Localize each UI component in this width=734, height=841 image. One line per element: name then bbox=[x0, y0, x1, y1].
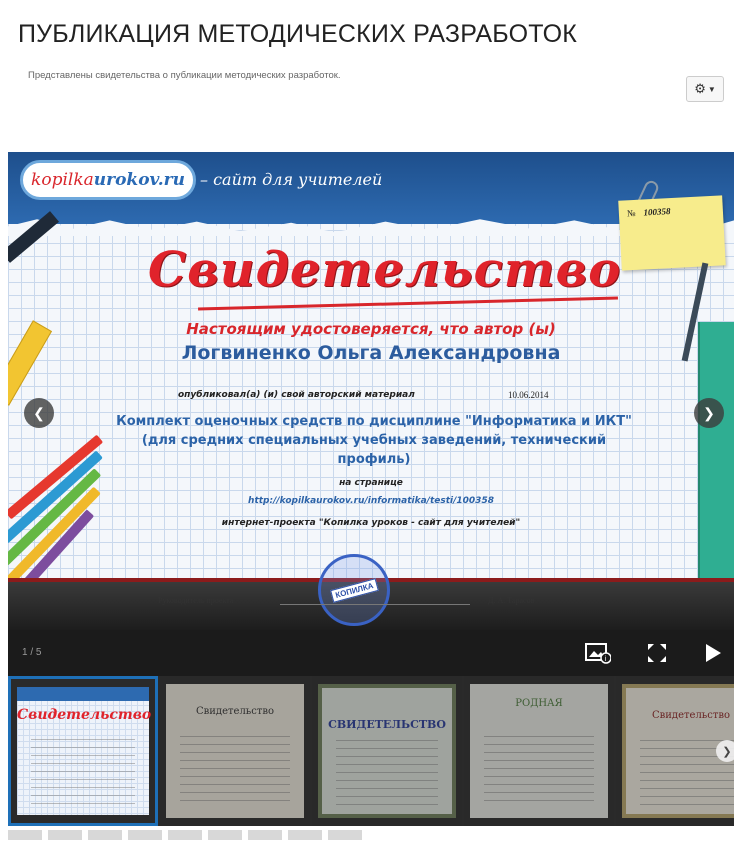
certificate-number-note: № 100358 bbox=[618, 195, 726, 271]
settings-dropdown-button[interactable]: ⚙ ▼ bbox=[686, 76, 724, 102]
certificate-stamp: КОПИЛКА bbox=[318, 554, 390, 626]
thumbnail-strip: Свидетельство Свидетельство СВИДЕТЕЛЬСТВ… bbox=[8, 676, 734, 826]
fullscreen-icon bbox=[648, 644, 666, 662]
site-logo-part2: urokov.ru bbox=[93, 170, 185, 190]
caption-toggle-icon: i bbox=[585, 643, 611, 664]
chevron-right-icon: ❯ bbox=[703, 404, 715, 421]
footer-caption-text bbox=[8, 830, 368, 840]
thumbnail-title: СВИДЕТЕЛЬСТВО bbox=[328, 718, 446, 731]
chevron-right-icon: ❯ bbox=[722, 745, 732, 758]
caret-down-icon: ▼ bbox=[707, 84, 716, 94]
thumbnail-item[interactable]: Свидетельство bbox=[160, 676, 310, 826]
gear-icon: ⚙ bbox=[694, 81, 706, 96]
chevron-left-icon: ❮ bbox=[33, 404, 45, 421]
fullscreen-button[interactable] bbox=[640, 638, 674, 668]
thumbnail-title: Свидетельство bbox=[17, 707, 152, 723]
certificate-author: Логвиненко Ольга Александровна bbox=[181, 342, 561, 364]
stamp-label: КОПИЛКА bbox=[329, 577, 379, 603]
certificate-date: 10.06.2014 bbox=[508, 390, 549, 400]
certificate-project-text: интернет-проекта "Копилка уроков - сайт … bbox=[221, 518, 521, 528]
thumbnail-next-button[interactable]: ❯ bbox=[716, 740, 734, 762]
slideshow-control-bar: 1 / 5 i bbox=[8, 630, 734, 676]
next-slide-button[interactable]: ❯ bbox=[694, 398, 724, 428]
signature-label: Руководитель проекта bbox=[158, 596, 234, 605]
caption-toggle-button[interactable]: i bbox=[581, 638, 615, 668]
signature-line bbox=[280, 604, 470, 605]
signature-name: Д. А. Тарасов bbox=[488, 596, 535, 605]
svg-text:i: i bbox=[604, 655, 606, 663]
note-number: 100358 bbox=[643, 206, 671, 218]
page-description: Представлены свидетельства о публикации … bbox=[28, 70, 341, 81]
certificate-title: Свидетельство bbox=[148, 242, 622, 298]
slide-counter: 1 / 5 bbox=[22, 647, 42, 658]
certificate-confirm-text: Настоящим удостоверяется, что автор (ы) bbox=[186, 320, 556, 338]
site-logo: kopilka urokov.ru bbox=[20, 160, 196, 200]
thumbnail-title: Свидетельство bbox=[651, 710, 731, 721]
certificate-url: http://kopilkaurokov.ru/informatika/test… bbox=[248, 496, 494, 506]
site-tagline: – сайт для учителей bbox=[200, 170, 383, 189]
thumbnail-title: РОДНАЯ bbox=[515, 698, 563, 709]
site-logo-part1: kopilka bbox=[31, 170, 94, 190]
play-icon bbox=[706, 644, 721, 662]
previous-slide-button[interactable]: ❮ bbox=[24, 398, 54, 428]
certificate-material-title: Комплект оценочных средств по дисциплине… bbox=[116, 414, 632, 467]
certificate-slide[interactable]: kopilka urokov.ru – сайт для учителей № 10… bbox=[8, 152, 734, 630]
thumbnail-item[interactable]: РОДНАЯ bbox=[464, 676, 614, 826]
thumbnail-title: Свидетельство bbox=[195, 706, 275, 717]
certificate-title-underline bbox=[198, 296, 618, 311]
thumbnail-item[interactable]: Свидетельство bbox=[8, 676, 158, 826]
certificate-on-page-text: на странице bbox=[339, 478, 403, 488]
thumbnail-item[interactable]: СВИДЕТЕЛЬСТВО bbox=[312, 676, 462, 826]
ruler-illustration bbox=[698, 322, 734, 622]
play-button[interactable] bbox=[696, 638, 730, 668]
page-title: ПУБЛИКАЦИЯ МЕТОДИЧЕСКИХ РАЗРАБОТОК bbox=[18, 20, 578, 48]
slideshow-gallery: kopilka urokov.ru – сайт для учителей № 10… bbox=[8, 152, 734, 676]
certificate-published-text: опубликовал(а) (и) свой авторский матери… bbox=[178, 390, 415, 400]
note-number-label: № bbox=[626, 207, 636, 219]
